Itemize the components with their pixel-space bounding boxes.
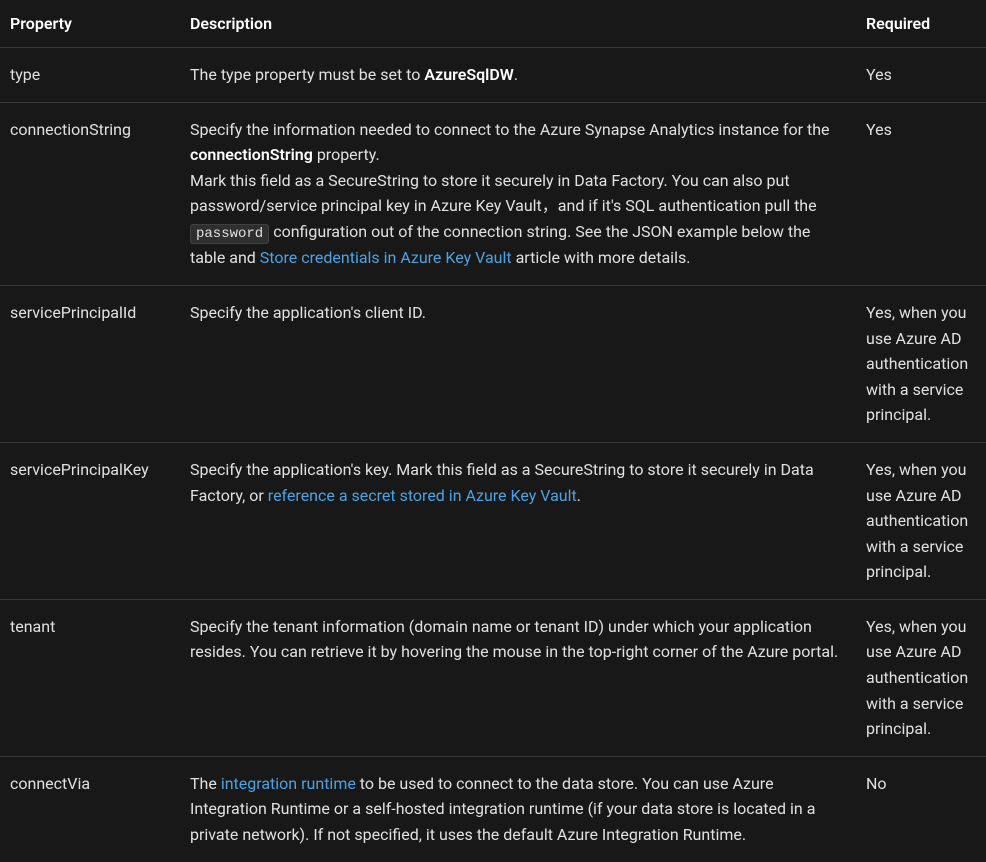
cell-required: Yes, when you use Azure AD authenticatio… xyxy=(856,285,986,442)
cell-property: tenant xyxy=(0,599,180,756)
header-description: Description xyxy=(180,0,856,48)
cell-required: Yes, when you use Azure AD authenticatio… xyxy=(856,599,986,756)
bold-text: connectionString xyxy=(190,145,313,164)
text: . xyxy=(577,486,581,505)
link-store-credentials[interactable]: Store credentials in Azure Key Vault xyxy=(260,248,512,267)
cell-required: Yes, when you use Azure AD authenticatio… xyxy=(856,442,986,599)
table-row: connectVia The integration runtime to be… xyxy=(0,756,986,861)
header-required: Required xyxy=(856,0,986,48)
cell-description: Specify the application's client ID. xyxy=(180,285,856,442)
cell-required: Yes xyxy=(856,102,986,285)
table-row: servicePrincipalId Specify the applicati… xyxy=(0,285,986,442)
table-row: tenant Specify the tenant information (d… xyxy=(0,599,986,756)
text: Mark this field as a SecureString to sto… xyxy=(190,171,817,216)
cell-property: type xyxy=(0,48,180,103)
cell-property: connectionString xyxy=(0,102,180,285)
text: The xyxy=(190,774,221,793)
text: Specify the information needed to connec… xyxy=(190,120,830,139)
link-integration-runtime[interactable]: integration runtime xyxy=(221,774,356,793)
text: The type property must be set to xyxy=(190,65,424,84)
cell-description: Specify the information needed to connec… xyxy=(180,102,856,285)
code-inline: password xyxy=(190,224,269,244)
cell-description: Specify the application's key. Mark this… xyxy=(180,442,856,599)
cell-description: Specify the tenant information (domain n… xyxy=(180,599,856,756)
cell-description: The integration runtime to be used to co… xyxy=(180,756,856,861)
text: article with more details. xyxy=(512,248,691,267)
table-row: servicePrincipalKey Specify the applicat… xyxy=(0,442,986,599)
bold-text: AzureSqlDW xyxy=(424,65,513,84)
cell-property: connectVia xyxy=(0,756,180,861)
table-row: type The type property must be set to Az… xyxy=(0,48,986,103)
link-reference-secret[interactable]: reference a secret stored in Azure Key V… xyxy=(268,486,577,505)
text: property. xyxy=(313,145,380,164)
cell-property: servicePrincipalKey xyxy=(0,442,180,599)
table-row: connectionString Specify the information… xyxy=(0,102,986,285)
text: . xyxy=(514,65,518,84)
cell-description: The type property must be set to AzureSq… xyxy=(180,48,856,103)
properties-table: Property Description Required type The t… xyxy=(0,0,986,862)
header-property: Property xyxy=(0,0,180,48)
cell-required: Yes xyxy=(856,48,986,103)
cell-property: servicePrincipalId xyxy=(0,285,180,442)
table-header-row: Property Description Required xyxy=(0,0,986,48)
cell-required: No xyxy=(856,756,986,861)
